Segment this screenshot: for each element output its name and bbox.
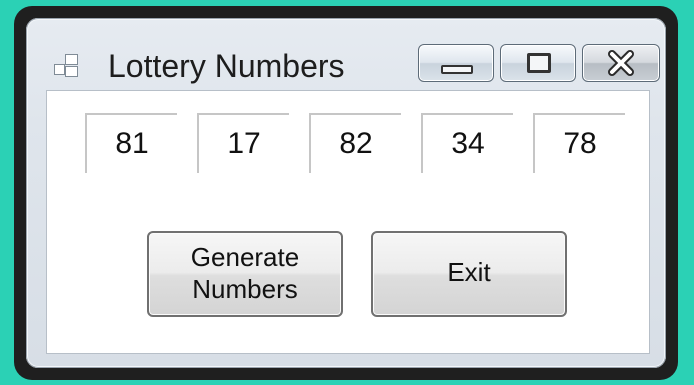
maximize-icon bbox=[527, 53, 551, 73]
app-window-icon[interactable] bbox=[54, 54, 78, 78]
number-label-1: 81 bbox=[85, 113, 177, 173]
number-label-5: 78 bbox=[533, 113, 625, 173]
window-title: Lottery Numbers bbox=[108, 48, 345, 84]
app-icon-square-1 bbox=[54, 64, 65, 75]
title-bar[interactable]: Lottery Numbers bbox=[26, 18, 666, 90]
generate-label-line-1: Generate bbox=[190, 242, 300, 272]
desktop-background: Lottery Numbers 81 17 82 34 78 Generate … bbox=[0, 0, 694, 385]
minimize-icon bbox=[441, 65, 473, 74]
app-icon-square-2 bbox=[65, 54, 78, 65]
generate-button-label: Generate Numbers bbox=[149, 233, 341, 305]
generate-numbers-button[interactable]: Generate Numbers bbox=[147, 231, 343, 317]
number-label-4: 34 bbox=[421, 113, 513, 173]
number-label-3: 82 bbox=[309, 113, 401, 173]
client-area: 81 17 82 34 78 Generate Numbers Exit bbox=[46, 90, 650, 354]
generate-label-line-2: Numbers bbox=[192, 274, 298, 304]
number-label-2: 17 bbox=[197, 113, 289, 173]
exit-button-label: Exit bbox=[447, 257, 491, 287]
exit-button[interactable]: Exit bbox=[371, 231, 567, 317]
maximize-button[interactable] bbox=[500, 44, 576, 82]
app-icon-square-3 bbox=[65, 66, 78, 77]
close-button[interactable] bbox=[582, 44, 660, 82]
close-icon bbox=[608, 50, 634, 76]
lottery-window: Lottery Numbers 81 17 82 34 78 Generate … bbox=[26, 18, 666, 368]
minimize-button[interactable] bbox=[418, 44, 494, 82]
